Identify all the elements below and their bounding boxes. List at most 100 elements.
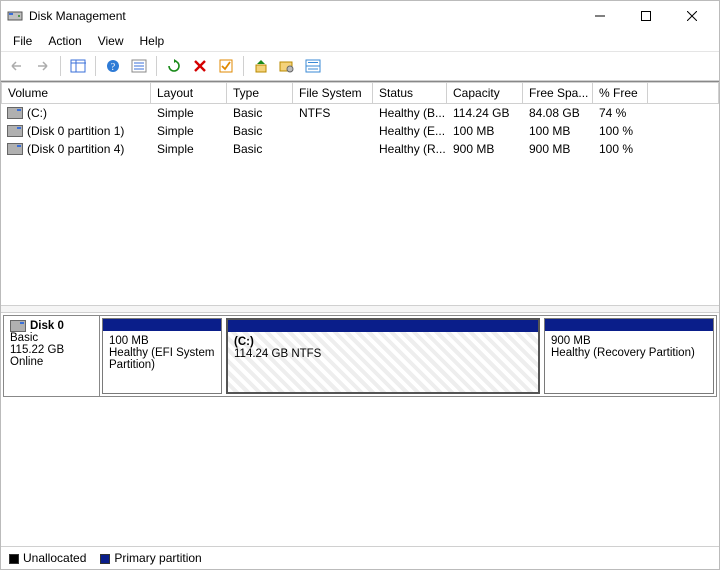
cell-type: Basic: [227, 104, 293, 122]
partition-name: (C:): [234, 336, 532, 348]
cell-type: Basic: [227, 140, 293, 158]
menu-view[interactable]: View: [90, 32, 132, 50]
cell-layout: Simple: [151, 104, 227, 122]
disk-type: Basic: [10, 332, 93, 344]
cell-volume: (Disk 0 partition 4): [27, 142, 124, 156]
check-icon: [219, 59, 233, 73]
cell-fs: NTFS: [293, 104, 373, 122]
partition-efi[interactable]: 100 MB Healthy (EFI System Partition): [102, 318, 222, 394]
menu-file[interactable]: File: [5, 32, 40, 50]
svg-text:?: ?: [111, 62, 116, 73]
col-status[interactable]: Status: [373, 82, 447, 104]
toolbar-refresh-button[interactable]: [162, 54, 186, 78]
maximize-button[interactable]: [623, 1, 669, 31]
menubar: File Action View Help: [1, 31, 719, 52]
col-type[interactable]: Type: [227, 82, 293, 104]
list-empty-area: [1, 158, 719, 305]
toolbar-separator: [156, 56, 157, 76]
partition-track: 100 MB Healthy (EFI System Partition) (C…: [100, 316, 716, 396]
legend: Unallocated Primary partition: [1, 546, 719, 569]
disk-size: 115.22 GB: [10, 344, 93, 356]
toolbar: ?: [1, 52, 719, 81]
partition-size: 114.24 GB NTFS: [234, 348, 532, 360]
cell-fs: [293, 122, 373, 140]
list-pane-icon: [305, 59, 321, 73]
volume-icon: [7, 107, 23, 119]
col-volume[interactable]: Volume: [1, 82, 151, 104]
partition-stripe: [545, 319, 713, 331]
disk-icon: [10, 320, 26, 332]
toolbar-separator: [60, 56, 61, 76]
toolbar-forward-button[interactable]: [31, 54, 55, 78]
toolbar-delete-button[interactable]: [188, 54, 212, 78]
arrow-up-box-icon: [254, 59, 268, 73]
toolbar-help-button[interactable]: ?: [101, 54, 125, 78]
toolbar-check-button[interactable]: [214, 54, 238, 78]
toolbar-separator: [243, 56, 244, 76]
toolbar-separator: [95, 56, 96, 76]
titlebar: Disk Management: [1, 1, 719, 31]
col-free-space[interactable]: Free Spa...: [523, 82, 593, 104]
volume-rows: (C:) Simple Basic NTFS Healthy (B... 114…: [1, 104, 719, 158]
console-tree-icon: [70, 59, 86, 73]
cell-capacity: 100 MB: [447, 122, 523, 140]
pane-splitter[interactable]: [1, 305, 719, 313]
settings-list-icon: [131, 59, 147, 73]
toolbar-list-pane-button[interactable]: [301, 54, 325, 78]
col-capacity[interactable]: Capacity: [447, 82, 523, 104]
partition-size: 100 MB: [109, 335, 215, 347]
cell-capacity: 900 MB: [447, 140, 523, 158]
disk-map: Disk 0 Basic 115.22 GB Online 100 MB Hea…: [1, 313, 719, 399]
legend-primary: Primary partition: [100, 551, 201, 565]
col-layout[interactable]: Layout: [151, 82, 227, 104]
cell-fs: [293, 140, 373, 158]
partition-stripe: [103, 319, 221, 331]
cell-pct: 74 %: [593, 104, 648, 122]
table-row[interactable]: (Disk 0 partition 4) Simple Basic Health…: [1, 140, 719, 158]
partition-c[interactable]: (C:) 114.24 GB NTFS: [226, 318, 540, 394]
cell-free: 100 MB: [523, 122, 593, 140]
window-title: Disk Management: [29, 9, 577, 23]
cell-pct: 100 %: [593, 122, 648, 140]
cell-pct: 100 %: [593, 140, 648, 158]
delete-x-icon: [193, 59, 207, 73]
toolbar-back-button[interactable]: [5, 54, 29, 78]
toolbar-console-tree-button[interactable]: [66, 54, 90, 78]
folder-gear-icon: [279, 59, 295, 73]
close-button[interactable]: [669, 1, 715, 31]
column-headers: Volume Layout Type File System Status Ca…: [1, 82, 719, 104]
maximize-icon: [641, 11, 651, 21]
swatch-unallocated-icon: [9, 554, 19, 564]
volume-icon: [7, 143, 23, 155]
col-file-system[interactable]: File System: [293, 82, 373, 104]
menu-action[interactable]: Action: [40, 32, 89, 50]
toolbar-properties-button[interactable]: [275, 54, 299, 78]
disk-map-empty-area: [1, 399, 719, 546]
col-percent-free[interactable]: % Free: [593, 82, 648, 104]
partition-stripe: [228, 320, 538, 332]
partition-size: 900 MB: [551, 335, 707, 347]
cell-free: 84.08 GB: [523, 104, 593, 122]
partition-recovery[interactable]: 900 MB Healthy (Recovery Partition): [544, 318, 714, 394]
toolbar-settings-button[interactable]: [127, 54, 151, 78]
cell-layout: Simple: [151, 122, 227, 140]
disk-name: Disk 0: [30, 320, 64, 332]
menu-help[interactable]: Help: [132, 32, 173, 50]
volume-listview: Volume Layout Type File System Status Ca…: [1, 81, 719, 158]
help-icon: ?: [106, 59, 120, 73]
cell-free: 900 MB: [523, 140, 593, 158]
toolbar-up-button[interactable]: [249, 54, 273, 78]
partition-status: Healthy (EFI System Partition): [109, 347, 215, 371]
minimize-button[interactable]: [577, 1, 623, 31]
cell-status: Healthy (R...: [373, 140, 447, 158]
arrow-right-icon: [35, 59, 51, 73]
cell-layout: Simple: [151, 140, 227, 158]
app-icon: [7, 8, 23, 24]
disk-label[interactable]: Disk 0 Basic 115.22 GB Online: [4, 316, 100, 396]
cell-volume: (C:): [27, 106, 47, 120]
legend-unallocated: Unallocated: [9, 551, 86, 565]
cell-type: Basic: [227, 122, 293, 140]
cell-capacity: 114.24 GB: [447, 104, 523, 122]
table-row[interactable]: (C:) Simple Basic NTFS Healthy (B... 114…: [1, 104, 719, 122]
table-row[interactable]: (Disk 0 partition 1) Simple Basic Health…: [1, 122, 719, 140]
